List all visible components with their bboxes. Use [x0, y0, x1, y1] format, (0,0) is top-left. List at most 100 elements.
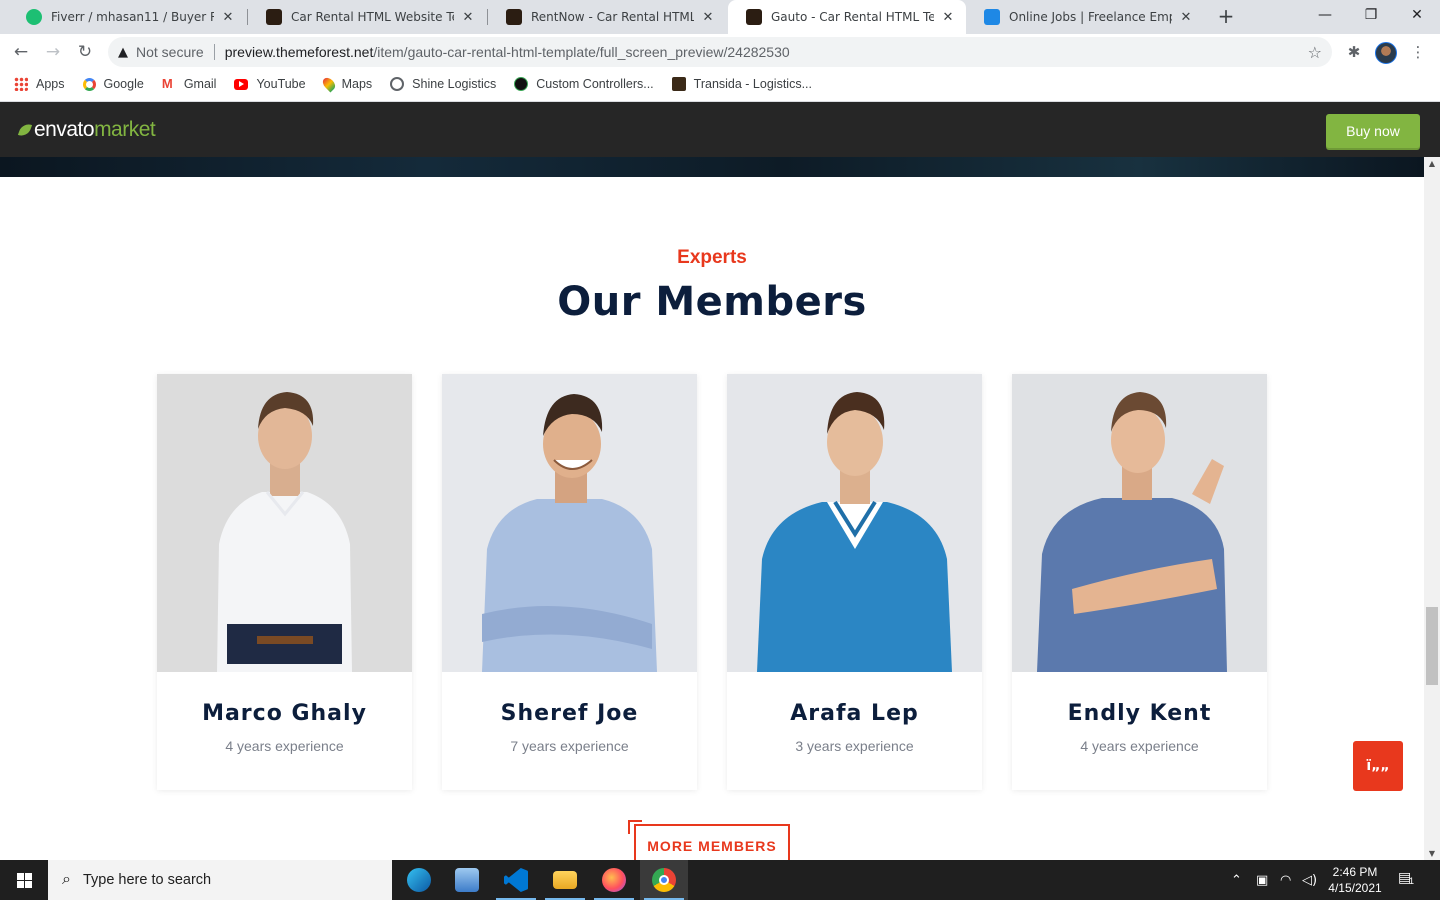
- bookmark-apps[interactable]: Apps: [14, 77, 65, 91]
- security-label: Not secure: [136, 44, 204, 60]
- member-name: Arafa Lep: [790, 701, 919, 726]
- template-favicon-icon: [266, 9, 282, 25]
- section-title: Our Members: [557, 279, 867, 325]
- member-photo: [157, 374, 412, 672]
- divider: [213, 44, 215, 60]
- browser-tab[interactable]: RentNow - Car Rental HTML Tem ✕: [488, 0, 726, 34]
- back-arrow-icon[interactable]: ←: [8, 39, 34, 65]
- taskbar-search-box[interactable]: ⌕ Type here to search: [48, 860, 392, 900]
- close-window-button[interactable]: ✕: [1394, 0, 1440, 34]
- close-tab-icon[interactable]: ✕: [220, 10, 236, 25]
- profile-avatar[interactable]: [1375, 42, 1397, 64]
- buy-now-button[interactable]: Buy now: [1326, 114, 1420, 148]
- envato-leaf-icon: [17, 121, 33, 139]
- tray-chevron-icon[interactable]: ⌃: [1231, 860, 1242, 900]
- member-photo: [1012, 374, 1267, 672]
- taskbar-app-window[interactable]: [443, 860, 491, 900]
- taskbar-edge[interactable]: [395, 860, 443, 900]
- bookmark-google[interactable]: Google: [82, 77, 144, 91]
- previous-section-edge: [0, 157, 1424, 177]
- page-viewport: Experts Our Members Marco Ghaly 4 years …: [0, 157, 1424, 860]
- browser-tab[interactable]: Car Rental HTML Website Templa ✕: [248, 0, 486, 34]
- notification-count: 1: [1409, 876, 1415, 886]
- bookmark-label: Google: [103, 77, 144, 91]
- member-name: Endly Kent: [1067, 701, 1212, 726]
- member-photo: [727, 374, 982, 672]
- windows-logo-icon: [17, 881, 24, 888]
- member-card[interactable]: Endly Kent 4 years experience: [1012, 374, 1267, 790]
- windows-taskbar: ⌕ Type here to search ⌃ ▣ ◠ ◁) 2:46 PM 4…: [0, 860, 1440, 900]
- envato-market-logo[interactable]: envato market: [17, 118, 156, 142]
- member-name: Marco Ghaly: [202, 701, 367, 726]
- scroll-down-arrow-icon[interactable]: ▼: [1424, 849, 1440, 858]
- taskbar-vscode[interactable]: [492, 860, 540, 900]
- more-menu-icon[interactable]: ⋮: [1407, 41, 1429, 63]
- member-experience: 4 years experience: [225, 738, 344, 754]
- member-photo: [442, 374, 697, 672]
- minimize-button[interactable]: —: [1302, 0, 1348, 34]
- windows-logo-icon: [17, 873, 24, 880]
- bookmark-youtube[interactable]: YouTube: [234, 77, 306, 91]
- browser-tab[interactable]: Fiverr / mhasan11 / Buyer Reque ✕: [8, 0, 246, 34]
- bookmark-shine-logistics[interactable]: Shine Logistics: [390, 77, 496, 91]
- member-card[interactable]: Sheref Joe 7 years experience: [442, 374, 697, 790]
- new-tab-button[interactable]: +: [1214, 5, 1238, 29]
- bookmark-label: Apps: [36, 77, 65, 91]
- search-placeholder: Type here to search: [82, 872, 212, 888]
- vscode-icon: [504, 868, 528, 892]
- extensions-puzzle-icon[interactable]: ✱: [1343, 41, 1365, 63]
- member-photo-illustration: [727, 374, 982, 672]
- scrollbar-thumb[interactable]: [1426, 607, 1438, 685]
- member-photo-illustration: [442, 374, 697, 672]
- taskbar-clock[interactable]: 2:46 PM 4/15/2021: [1322, 864, 1388, 896]
- address-bar[interactable]: ▲ Not secure preview.themeforest.net/ite…: [108, 37, 1332, 67]
- close-tab-icon[interactable]: ✕: [460, 10, 476, 25]
- folder-icon: [553, 871, 577, 889]
- meet-now-icon[interactable]: ▣: [1256, 860, 1268, 900]
- restore-button[interactable]: ❐: [1348, 0, 1394, 34]
- notification-center-icon[interactable]: ▤ 1: [1398, 870, 1418, 890]
- close-tab-icon[interactable]: ✕: [1178, 10, 1194, 25]
- windows-logo-icon: [25, 881, 32, 888]
- bookmark-star-icon[interactable]: ☆: [1308, 43, 1322, 62]
- bookmark-maps[interactable]: Maps: [320, 75, 372, 93]
- taskbar-chrome[interactable]: [640, 860, 688, 900]
- close-tab-icon[interactable]: ✕: [700, 10, 716, 25]
- tab-title: Online Jobs | Freelance Employm: [1009, 10, 1172, 24]
- volume-icon[interactable]: ◁): [1302, 860, 1317, 900]
- globe-icon: [390, 77, 405, 91]
- bookmark-custom-controllers[interactable]: Custom Controllers...: [514, 77, 654, 91]
- reload-icon[interactable]: ↻: [72, 39, 98, 65]
- taskbar-firefox[interactable]: [590, 860, 638, 900]
- member-card[interactable]: Arafa Lep 3 years experience: [727, 374, 982, 790]
- chat-widget-button[interactable]: ï„„: [1353, 741, 1403, 791]
- search-icon: ⌕: [62, 871, 71, 888]
- tab-title: Fiverr / mhasan11 / Buyer Reque: [51, 10, 214, 24]
- logo-accent-text: market: [94, 118, 156, 141]
- warning-triangle-icon: ▲: [118, 44, 128, 60]
- browser-toolbar: ← → ↻ ▲ Not secure preview.themeforest.n…: [0, 34, 1440, 70]
- bookmark-label: Custom Controllers...: [536, 77, 654, 91]
- section-subtitle: Experts: [677, 247, 747, 268]
- wifi-icon[interactable]: ◠: [1280, 860, 1291, 900]
- browser-tab[interactable]: Online Jobs | Freelance Employm ✕: [966, 0, 1204, 34]
- upwork-favicon-icon: [984, 9, 1000, 25]
- bookmark-gmail[interactable]: M Gmail: [162, 77, 217, 92]
- member-photo-illustration: [1012, 374, 1267, 672]
- bookmark-transida[interactable]: Transida - Logistics...: [671, 77, 812, 91]
- taskbar-file-explorer[interactable]: [541, 860, 589, 900]
- browser-tab-strip: Fiverr / mhasan11 / Buyer Reque ✕ Car Re…: [0, 0, 1440, 34]
- start-button[interactable]: [0, 860, 48, 900]
- windows-logo-icon: [25, 873, 32, 880]
- template-favicon-icon: [746, 9, 762, 25]
- page-scrollbar[interactable]: ▲ ▼: [1424, 157, 1440, 860]
- maps-icon: [320, 75, 338, 93]
- member-card[interactable]: Marco Ghaly 4 years experience: [157, 374, 412, 790]
- forward-arrow-icon[interactable]: →: [40, 39, 66, 65]
- edge-icon: [407, 868, 431, 892]
- close-tab-icon[interactable]: ✕: [940, 10, 956, 25]
- clock-date: 4/15/2021: [1328, 881, 1382, 895]
- browser-tab-active[interactable]: Gauto - Car Rental HTML Templa ✕: [728, 0, 966, 34]
- scroll-up-arrow-icon[interactable]: ▲: [1424, 159, 1440, 168]
- more-members-button[interactable]: MORE MEMBERS: [634, 824, 790, 860]
